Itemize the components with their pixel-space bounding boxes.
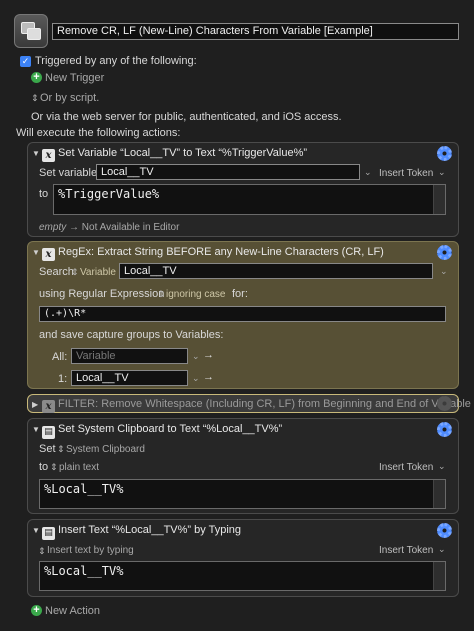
triggered-checkbox[interactable]: ✓ — [20, 56, 31, 67]
chevron-down-icon[interactable]: ⌄ — [364, 167, 372, 178]
chevron-down-icon[interactable]: ⌄ — [440, 266, 448, 277]
hint-text: Not Available in Editor — [81, 222, 180, 233]
scrollbar[interactable] — [433, 480, 445, 508]
triggered-label: Triggered by any of the following: — [35, 55, 197, 67]
search-variable-field[interactable]: Local__TV — [119, 263, 433, 279]
variable-x-icon: x — [42, 400, 55, 413]
macro-group-icon-front — [27, 28, 41, 40]
gear-icon[interactable] — [437, 245, 452, 260]
gear-icon[interactable] — [437, 523, 452, 538]
variable-x-icon: x — [42, 248, 55, 261]
new-trigger-button[interactable]: New Trigger — [45, 72, 104, 84]
action-set-clipboard[interactable]: ▼ ▤ Set System Clipboard to Text “%Local__… — [27, 418, 459, 514]
search-label: Search — [39, 266, 74, 278]
insert-text-field[interactable]: %Local__TV% — [39, 561, 446, 591]
regex-pattern-field[interactable]: (.+)\R* — [39, 306, 446, 322]
hint-empty: empty — [39, 222, 67, 233]
disclosure-triangle-icon[interactable]: ▼ — [32, 248, 42, 257]
new-trigger-plus-icon[interactable]: + — [31, 72, 42, 83]
text-value: %TriggerValue% — [58, 187, 160, 201]
web-server-note: Or via the web server for public, authen… — [31, 111, 342, 123]
chevron-down-icon[interactable]: ⌄ — [192, 351, 200, 362]
macro-icon[interactable] — [14, 14, 48, 48]
disclosure-triangle-icon[interactable]: ▼ — [32, 149, 42, 158]
disclosure-triangle-icon[interactable]: ▼ — [32, 526, 42, 535]
action-header[interactable]: ▼ x Set Variable “Local__TV” to Text “%Tri… — [32, 147, 307, 162]
or-by-script-popup[interactable]: Or by script. — [40, 92, 99, 104]
set-label: Set — [39, 443, 56, 455]
action-header[interactable]: ▼ x RegEx: Extract String BEFORE any New-L… — [32, 246, 384, 261]
insert-token-button[interactable]: Insert Token — [379, 462, 433, 473]
gear-icon[interactable] — [437, 396, 452, 411]
insert-mode-popup[interactable]: Insert text by typing — [47, 545, 134, 556]
action-title: Insert Text “%Local__TV%” by Typing — [58, 524, 242, 536]
text-value: %Local__TV% — [44, 482, 124, 496]
set-variable-label: Set variable — [39, 167, 98, 179]
action-title: FILTER: Remove Whitespace (Including CR,… — [58, 398, 471, 410]
will-execute-label: Will execute the following actions: — [16, 127, 181, 139]
hint-row: empty → Not Available in Editor — [39, 222, 179, 233]
scrollbar[interactable] — [433, 185, 445, 214]
action-set-variable[interactable]: ▼ x Set Variable “Local__TV” to Text “%Tri… — [27, 142, 459, 237]
updown-chevron-icon[interactable]: ⇕ — [50, 462, 58, 473]
action-title: RegEx: Extract String BEFORE any New-Lin… — [58, 246, 384, 258]
action-header[interactable]: ▼ ▤ Set System Clipboard to Text “%Local__… — [32, 423, 282, 439]
plain-text-popup[interactable]: plain text — [59, 462, 99, 473]
action-header[interactable]: ▶ x FILTER: Remove Whitespace (Including C… — [32, 398, 471, 413]
chevron-down-icon[interactable]: ⌄ — [438, 461, 446, 472]
updown-chevron-icon[interactable]: ⇕ — [157, 289, 165, 300]
gear-icon[interactable] — [437, 422, 452, 437]
clipboard-icon: ▤ — [42, 426, 55, 439]
search-type-popup[interactable]: Variable — [80, 267, 116, 278]
using-regex-label: using Regular Expression — [39, 288, 165, 300]
right-arrow-icon: → — [69, 222, 80, 233]
variable-name-field[interactable]: Local__TV — [96, 164, 360, 180]
disclosure-triangle-icon[interactable]: ▼ — [32, 425, 42, 434]
action-regex[interactable]: ▼ x RegEx: Extract String BEFORE any New-L… — [27, 241, 459, 389]
for-label: for: — [232, 288, 248, 300]
new-action-plus-icon[interactable]: + — [31, 605, 42, 616]
disclosure-triangle-icon[interactable]: ▶ — [32, 400, 42, 409]
to-label: to — [39, 461, 49, 473]
group1-variable-field[interactable]: Local__TV — [71, 370, 188, 386]
clipboard-text-field[interactable]: %Local__TV% — [39, 479, 446, 509]
insert-token-button[interactable]: Insert Token — [379, 168, 433, 179]
capture-groups-label: and save capture groups to Variables: — [39, 329, 224, 341]
updown-chevron-icon[interactable]: ⇕ — [57, 444, 65, 455]
updown-chevron-icon[interactable]: ⇕ — [71, 267, 79, 278]
gear-icon[interactable] — [437, 146, 452, 161]
right-arrow-icon[interactable]: → — [203, 371, 214, 383]
action-filter[interactable]: ▶ x FILTER: Remove Whitespace (Including C… — [27, 394, 471, 413]
updown-chevron-icon[interactable]: ⇕ — [31, 93, 39, 104]
insert-token-button[interactable]: Insert Token — [379, 545, 433, 556]
ignoring-case-popup[interactable]: ignoring case — [166, 289, 225, 300]
clipboard-type-popup[interactable]: System Clipboard — [66, 444, 145, 455]
text-value-field[interactable]: %TriggerValue% — [53, 184, 446, 215]
text-value: %Local__TV% — [44, 564, 124, 578]
document-icon: ▤ — [42, 527, 55, 540]
action-title: Set System Clipboard to Text “%Local__TV… — [58, 423, 283, 435]
action-insert-text[interactable]: ▼ ▤ Insert Text “%Local__TV%” by Typing ⇕ … — [27, 519, 459, 597]
all-label: All: — [52, 351, 68, 363]
updown-chevron-icon[interactable]: ⇕ — [38, 546, 46, 557]
chevron-down-icon[interactable]: ⌄ — [438, 544, 446, 555]
right-arrow-icon[interactable]: → — [203, 349, 214, 361]
chevron-down-icon[interactable]: ⌄ — [192, 373, 200, 384]
to-label: to — [39, 188, 49, 200]
group1-label: 1: — [58, 373, 68, 385]
action-header[interactable]: ▼ ▤ Insert Text “%Local__TV%” by Typing — [32, 524, 241, 540]
all-variable-field[interactable]: Variable — [71, 348, 188, 364]
variable-x-icon: x — [42, 149, 55, 162]
new-action-button[interactable]: New Action — [45, 605, 100, 617]
scrollbar[interactable] — [433, 562, 445, 590]
action-title: Set Variable “Local__TV” to Text “%Trigg… — [58, 147, 308, 159]
chevron-down-icon[interactable]: ⌄ — [438, 167, 446, 178]
macro-name-field[interactable]: Remove CR, LF (New-Line) Characters From… — [52, 23, 459, 40]
